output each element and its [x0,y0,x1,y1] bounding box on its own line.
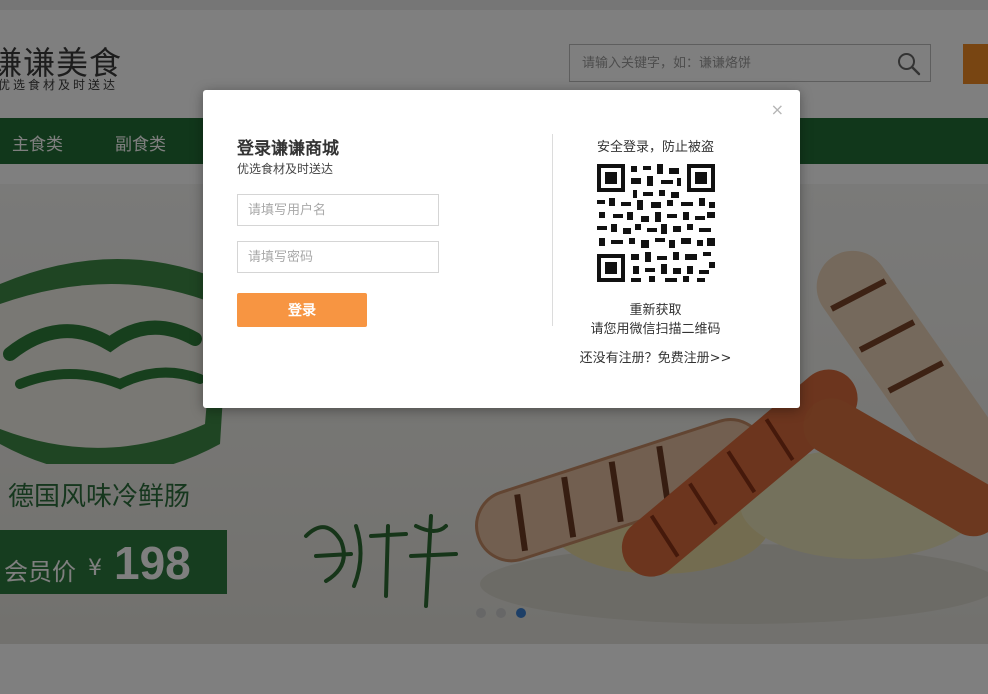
qr-title: 安全登录，防止被盗 [596,140,714,155]
register-link[interactable]: 还没有注册？免费注册>> [553,347,758,366]
username-field[interactable] [237,194,439,226]
login-subtitle: 优选食材及时送达 [237,162,334,176]
qr-scan-hint: 请您用微信扫描二维码 [590,322,721,337]
qr-code [595,162,717,284]
password-field[interactable] [237,241,439,273]
login-modal: × 登录谦谦商城 优选食材及时送达 登录 安全登录，防止被盗 [203,90,800,408]
close-icon[interactable]: × [771,102,784,118]
qr-refresh-link[interactable]: 重新获取 [553,299,758,318]
login-title: 登录谦谦商城 [237,139,339,159]
login-button[interactable]: 登录 [237,293,367,327]
qr-login-panel: 安全登录，防止被盗 重新获取 请您用微信扫描二维码 还没有注册？免费注册>> [553,90,758,408]
